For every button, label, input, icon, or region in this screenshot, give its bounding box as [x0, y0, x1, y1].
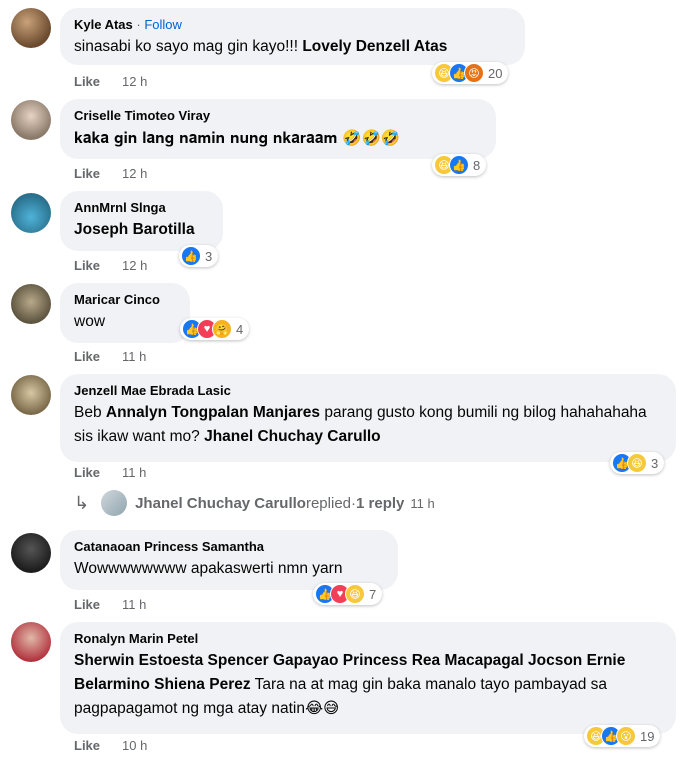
reaction-summary[interactable]: 😆 👍 8	[432, 154, 487, 176]
comment-bubble: Kyle Atas · Follow sinasabi ko sayo mag …	[60, 8, 525, 65]
comment-bubble: Jenzell Mae Ebrada Lasic Beb Annalyn Ton…	[60, 374, 676, 462]
comment-actions: Like 11 h	[74, 597, 146, 612]
reply-arrow-icon: ↳	[74, 492, 90, 513]
reaction-count: 19	[640, 728, 655, 744]
comment-actions: Like 12 h	[74, 74, 147, 89]
timestamp: 11 h	[410, 495, 435, 511]
reaction-summary[interactable]: 👍 😆 3	[610, 452, 665, 474]
timestamp[interactable]: 11 h	[122, 349, 146, 364]
reaction-summary[interactable]: 👍 3	[179, 245, 219, 267]
comment-actions: Like 10 h	[74, 738, 147, 753]
mention-link[interactable]: Lovely Denzell Atas	[302, 38, 447, 55]
like-button[interactable]: Like	[74, 166, 100, 181]
comment-author[interactable]: Catanaoan Princess Samantha	[74, 538, 386, 555]
avatar[interactable]	[11, 622, 51, 662]
comment-text: wow	[74, 313, 106, 330]
reaction-count: 7	[369, 586, 377, 602]
reaction-summary[interactable]: 😆 👍 😡 20	[432, 62, 509, 84]
mention-link[interactable]: Annalyn Tongpalan Manjares	[106, 404, 320, 421]
reaction-count: 8	[473, 157, 481, 173]
comment-actions: Like 12 h	[74, 166, 147, 181]
comment-bubble: AnnMrnl Slnga Joseph Barotilla	[60, 191, 223, 251]
reaction-count: 4	[236, 321, 244, 337]
comment-text: 𝐤𝐚𝐤𝐚 𝐠𝐢𝐧 𝐥𝐚𝐧𝐠 𝐧𝐚𝐦𝐢𝐧 𝐧𝐮𝐧𝐠 𝐧𝐤𝐚𝐫𝐚𝐚𝐦 🤣🤣🤣	[74, 129, 401, 147]
comment-author[interactable]: Jenzell Mae Ebrada Lasic	[74, 382, 664, 399]
comment-author[interactable]: Maricar Cinco	[74, 291, 178, 308]
comment-text: Joseph Barotilla	[74, 218, 211, 242]
reaction-count: 3	[651, 455, 659, 471]
comment-bubble: Ronalyn Marin Petel Sherwin Estoesta Spe…	[60, 622, 676, 734]
like-button[interactable]: Like	[74, 349, 100, 364]
comment-actions: Like 12 h	[74, 258, 147, 273]
avatar[interactable]	[11, 8, 51, 48]
like-icon: 👍	[181, 246, 201, 266]
like-button[interactable]: Like	[74, 465, 100, 480]
haha-icon: 😆	[627, 453, 647, 473]
reaction-count: 3	[205, 248, 213, 264]
comment-author[interactable]: AnnMrnl Slnga	[74, 199, 211, 216]
comment-text: sinasabi ko sayo mag gin kayo!!! Lovely …	[74, 38, 448, 55]
mention-link[interactable]: Joseph Barotilla	[74, 221, 195, 238]
comment-author[interactable]: Ronalyn Marin Petel	[74, 630, 664, 647]
comment-bubble: Maricar Cinco wow	[60, 283, 190, 343]
avatar[interactable]	[11, 533, 51, 573]
comment-text: Wowwwwwwww apakaswerti nmn yarn	[74, 560, 343, 577]
timestamp[interactable]: 12 h	[122, 258, 147, 273]
timestamp[interactable]: 11 h	[122, 597, 146, 612]
comment-author[interactable]: Kyle Atas	[74, 17, 133, 32]
comment-text: Sherwin Estoesta Spencer Gapayao Princes…	[74, 652, 626, 717]
avatar	[101, 490, 128, 516]
mention-link[interactable]: Jhanel Chuchay Carullo	[204, 428, 381, 445]
like-button[interactable]: Like	[74, 597, 100, 612]
comment-text: Beb Annalyn Tongpalan Manjares parang gu…	[74, 404, 647, 445]
timestamp[interactable]: 10 h	[122, 738, 147, 753]
like-button[interactable]: Like	[74, 74, 100, 89]
haha-icon: 😆	[345, 584, 365, 604]
comment-actions: Like 11 h	[74, 465, 146, 480]
avatar[interactable]	[11, 193, 51, 233]
follow-link[interactable]: Follow	[144, 17, 182, 32]
like-icon: 👍	[449, 155, 469, 175]
reaction-summary[interactable]: 👍 ♥ 🤗 4	[180, 318, 250, 340]
avatar[interactable]	[11, 284, 51, 324]
like-button[interactable]: Like	[74, 738, 100, 753]
care-icon: 🤗	[212, 319, 232, 339]
like-button[interactable]: Like	[74, 258, 100, 273]
timestamp[interactable]: 12 h	[122, 166, 147, 181]
timestamp[interactable]: 11 h	[122, 465, 146, 480]
avatar[interactable]	[11, 375, 51, 415]
comment-actions: Like 11 h	[74, 349, 146, 364]
angry-icon: 😡	[464, 63, 484, 83]
reaction-summary[interactable]: 😆 👍 😮 19	[584, 725, 661, 747]
comment-bubble: Catanaoan Princess Samantha Wowwwwwwww a…	[60, 530, 398, 590]
comment-author[interactable]: Criselle Timoteo Viray	[74, 107, 484, 124]
comment-bubble: Criselle Timoteo Viray 𝐤𝐚𝐤𝐚 𝐠𝐢𝐧 𝐥𝐚𝐧𝐠 𝐧𝐚𝐦…	[60, 99, 496, 159]
reaction-count: 20	[488, 65, 503, 81]
wow-icon: 😮	[616, 726, 636, 746]
timestamp[interactable]: 12 h	[122, 74, 147, 89]
reaction-summary[interactable]: 👍 ♥ 😆 7	[313, 583, 383, 605]
view-replies-link[interactable]: ↳ Jhanel Chuchay Carullo replied · 1 rep…	[74, 490, 435, 516]
avatar[interactable]	[11, 100, 51, 140]
